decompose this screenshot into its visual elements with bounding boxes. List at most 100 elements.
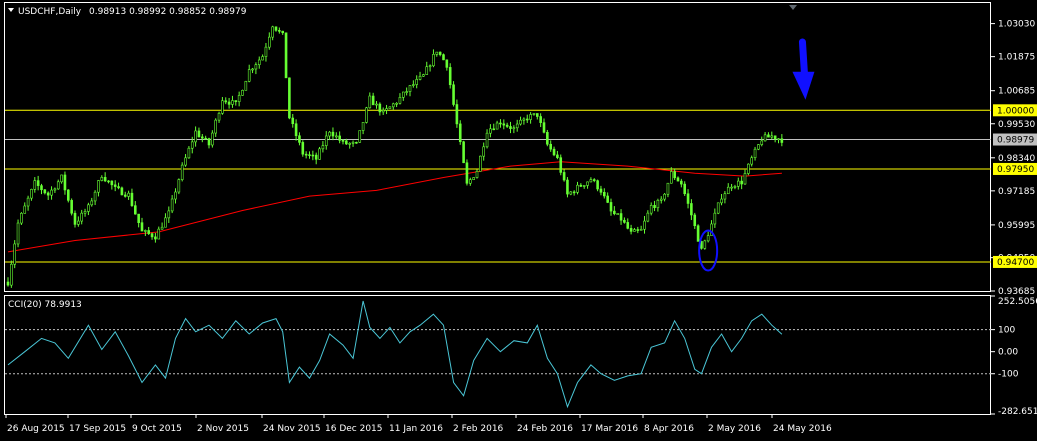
candle-body: [117, 186, 120, 189]
candle-body: [184, 157, 187, 166]
candle-body: [33, 180, 37, 190]
candle-body: [217, 112, 221, 121]
candle-body: [522, 118, 526, 121]
candle-body: [298, 135, 301, 143]
candle-body: [653, 205, 656, 209]
candle-body: [663, 193, 666, 200]
candle-body: [174, 191, 177, 200]
candle-body: [753, 148, 757, 159]
candle-body: [505, 124, 509, 127]
candle-body: [257, 59, 261, 66]
time-tick-label: 2 Nov 2015: [197, 424, 249, 434]
candle-body: [211, 132, 214, 146]
candle-body: [767, 134, 770, 138]
candle-body: [676, 177, 680, 182]
candle-body: [401, 91, 405, 98]
candle-body: [20, 213, 23, 224]
candle-body: [231, 100, 234, 105]
candle-body: [455, 104, 459, 125]
candle-body: [311, 154, 315, 157]
candle-body: [355, 141, 358, 144]
candle-body: [482, 146, 486, 157]
candle-body: [120, 187, 124, 196]
candle-body: [254, 64, 258, 70]
candle-body: [428, 65, 432, 68]
arrow-down-icon: [792, 71, 815, 100]
candle-body: [351, 141, 355, 144]
candle-body: [10, 263, 13, 286]
candle-body: [301, 142, 305, 155]
candle-body: [274, 26, 278, 31]
candle-body: [495, 122, 499, 130]
candle-body: [566, 179, 569, 195]
candle-body: [502, 123, 506, 126]
moving-average: [7, 161, 782, 253]
candle-body: [408, 85, 412, 92]
candle-body: [221, 100, 224, 114]
candle-body: [492, 128, 496, 131]
price-tick-label: 0.93685: [998, 287, 1035, 297]
candle-body: [144, 230, 147, 232]
candle-body: [659, 198, 663, 201]
candle-body: [609, 202, 613, 212]
candle-body: [405, 91, 408, 93]
candle-body: [204, 137, 207, 140]
candle-body: [334, 135, 338, 138]
candle-body: [475, 171, 479, 178]
time-tick-label: 24 May 2016: [773, 424, 832, 434]
candle-body: [559, 157, 563, 173]
scroll-marker-icon[interactable]: [789, 5, 797, 10]
candle-body: [385, 108, 388, 111]
candle-body: [619, 213, 623, 221]
candle-body: [582, 185, 586, 187]
candle-body: [194, 130, 197, 143]
annotations: [698, 38, 815, 272]
candle-body: [509, 126, 512, 129]
candle-body: [100, 177, 104, 181]
time-tick-label: 26 Aug 2015: [7, 424, 65, 434]
candle-body: [107, 180, 110, 183]
dropdown-triangle-icon[interactable]: [8, 8, 14, 12]
candle-body: [639, 228, 643, 231]
time-tick-label: 24 Nov 2015: [263, 424, 321, 434]
candle-body: [418, 75, 422, 80]
candle-body: [378, 103, 382, 113]
candle-body: [291, 117, 295, 125]
candle-body: [160, 226, 164, 230]
candle-body: [750, 157, 754, 165]
candle-body: [596, 180, 599, 190]
candle-body: [773, 135, 777, 140]
candle-body: [438, 51, 442, 55]
candle-body: [388, 106, 392, 109]
chart-window: 1.03030 1.01875 1.00685 0.99530 0.98340 0.971…: [0, 0, 1037, 441]
candle-body: [375, 103, 378, 106]
candle-body: [46, 192, 50, 196]
price-tick-label: 0.99530: [998, 120, 1035, 130]
horizontal-levels: [5, 109, 991, 263]
candle-body: [549, 143, 553, 150]
candle-body: [599, 188, 603, 193]
candle-body: [572, 191, 576, 194]
cci-indicator: [5, 300, 991, 409]
candle-body: [629, 228, 633, 232]
candle-body: [324, 135, 328, 146]
candle-body: [227, 101, 231, 105]
candle-body: [733, 186, 737, 188]
candle-body: [150, 233, 154, 238]
candle-body: [465, 162, 469, 184]
candle-body: [130, 192, 134, 206]
price-axis: 1.03030 1.01875 1.00685 0.99530 0.98340 0.971…: [991, 20, 1037, 297]
candle-body: [448, 67, 452, 86]
time-tick-label: 2 May 2016: [708, 424, 761, 434]
candles: [6, 25, 784, 288]
candle-body: [331, 131, 335, 137]
candle-body: [395, 102, 398, 105]
ohlc-label: 0.98913 0.98992 0.98852 0.98979: [89, 7, 247, 17]
candle-body: [586, 181, 589, 186]
candle-body: [281, 30, 285, 34]
candle-body: [673, 171, 676, 179]
candle-body: [93, 191, 97, 202]
chart-canvas[interactable]: 1.03030 1.01875 1.00685 0.99530 0.98340 0.971…: [0, 0, 1037, 441]
candle-body: [190, 141, 194, 149]
candle-body: [264, 46, 268, 57]
